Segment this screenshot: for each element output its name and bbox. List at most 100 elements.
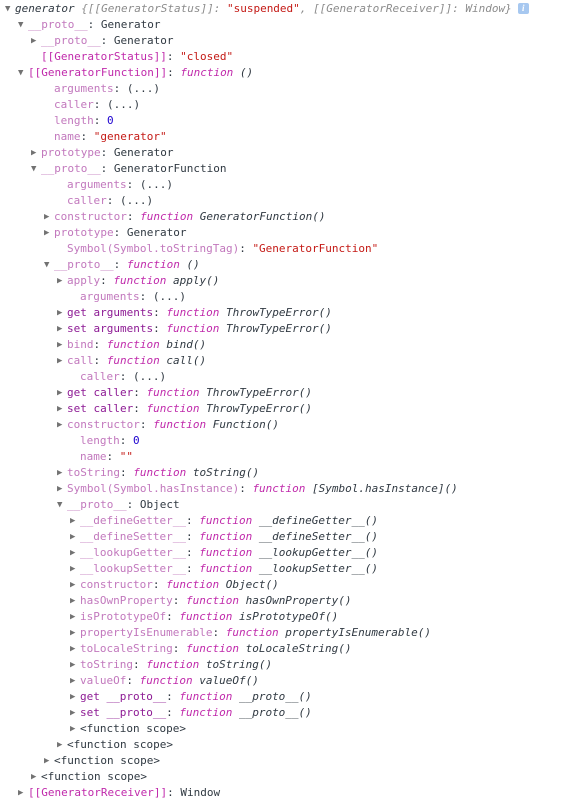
disclosure-triangle-collapsed-icon[interactable] [44,225,54,241]
tree-row[interactable]: caller: (...) [0,97,571,113]
token-fnname: bind() [159,338,207,351]
disclosure-triangle-expanded-icon[interactable] [18,65,28,81]
disclosure-triangle-collapsed-icon[interactable] [70,529,80,545]
disclosure-triangle-collapsed-icon[interactable] [31,33,41,49]
disclosure-triangle-collapsed-icon[interactable] [57,337,67,353]
tree-row[interactable]: set arguments: function ThrowTypeError() [0,321,571,337]
disclosure-triangle-collapsed-icon[interactable] [70,721,80,737]
token-punc: : [113,226,127,239]
disclosure-triangle-collapsed-icon[interactable] [70,689,80,705]
tree-row[interactable]: name: "generator" [0,129,571,145]
disclosure-triangle-collapsed-icon[interactable] [57,385,67,401]
tree-row[interactable]: toString: function toString() [0,657,571,673]
tree-row[interactable]: __proto__: function () [0,257,571,273]
tree-row[interactable]: apply: function apply() [0,273,571,289]
tree-row[interactable]: constructor: function Function() [0,417,571,433]
tree-row[interactable]: __proto__: GeneratorFunction [0,161,571,177]
tree-row[interactable]: constructor: function Object() [0,577,571,593]
tree-row[interactable]: call: function call() [0,353,571,369]
tree-row[interactable]: <function scope> [0,737,571,753]
disclosure-triangle-collapsed-icon[interactable] [70,577,80,593]
disclosure-triangle-collapsed-icon[interactable] [57,737,67,753]
tree-row[interactable]: length: 0 [0,433,571,449]
tree-row[interactable]: get arguments: function ThrowTypeError() [0,305,571,321]
tree-row[interactable]: bind: function bind() [0,337,571,353]
disclosure-triangle-collapsed-icon[interactable] [57,273,67,289]
tree-row[interactable]: __defineGetter__: function __defineGette… [0,513,571,529]
tree-row[interactable]: get __proto__: function __proto__() [0,689,571,705]
disclosure-triangle-collapsed-icon[interactable] [70,593,80,609]
disclosure-triangle-collapsed-icon[interactable] [31,769,41,785]
info-icon[interactable]: i [517,2,529,14]
tree-row[interactable]: set __proto__: function __proto__() [0,705,571,721]
tree-row[interactable]: Symbol(Symbol.hasInstance): function [Sy… [0,481,571,497]
disclosure-triangle-expanded-icon[interactable] [44,257,54,273]
token-kw: function [199,530,253,543]
tree-row[interactable]: __proto__: Object [0,497,571,513]
disclosure-triangle-collapsed-icon[interactable] [70,545,80,561]
tree-row-content: length: 0 [54,113,114,129]
tree-row[interactable]: [[GeneratorReceiver]]: Window [0,785,571,801]
tree-row-content: set arguments: function ThrowTypeError() [67,321,332,337]
disclosure-triangle-expanded-icon[interactable] [5,1,15,17]
disclosure-triangle-collapsed-icon[interactable] [57,481,67,497]
tree-row[interactable]: caller: (...) [0,369,571,385]
disclosure-triangle-collapsed-icon[interactable] [44,209,54,225]
tree-row[interactable]: toString: function toString() [0,465,571,481]
tree-row[interactable]: toLocaleString: function toLocaleString(… [0,641,571,657]
tree-row[interactable]: __proto__: Generator [0,17,571,33]
tree-row[interactable]: name: "" [0,449,571,465]
tree-row[interactable]: length: 0 [0,113,571,129]
tree-row[interactable]: set caller: function ThrowTypeError() [0,401,571,417]
tree-row[interactable]: get caller: function ThrowTypeError() [0,385,571,401]
disclosure-triangle-collapsed-icon[interactable] [57,417,67,433]
tree-row[interactable]: valueOf: function valueOf() [0,673,571,689]
disclosure-triangle-collapsed-icon[interactable] [31,145,41,161]
tree-row[interactable]: propertyIsEnumerable: function propertyI… [0,625,571,641]
disclosure-triangle-collapsed-icon[interactable] [57,321,67,337]
disclosure-triangle-expanded-icon[interactable] [18,17,28,33]
token-kw: function [166,306,220,319]
tree-row[interactable]: <function scope> [0,753,571,769]
disclosure-triangle-collapsed-icon[interactable] [57,353,67,369]
tree-row[interactable]: isPrototypeOf: function isPrototypeOf() [0,609,571,625]
tree-row[interactable]: <function scope> [0,721,571,737]
tree-row[interactable]: <function scope> [0,769,571,785]
tree-row[interactable]: generator {[[GeneratorStatus]]: "suspend… [0,1,571,17]
tree-row[interactable]: [[GeneratorStatus]]: "closed" [0,49,571,65]
disclosure-triangle-collapsed-icon[interactable] [70,513,80,529]
token-name: __proto__ [28,18,88,31]
disclosure-triangle-collapsed-icon[interactable] [70,657,80,673]
disclosure-triangle-collapsed-icon[interactable] [70,673,80,689]
disclosure-triangle-collapsed-icon[interactable] [70,561,80,577]
disclosure-triangle-expanded-icon[interactable] [57,497,67,513]
disclosure-triangle-collapsed-icon[interactable] [70,705,80,721]
disclosure-triangle-collapsed-icon[interactable] [57,465,67,481]
tree-row[interactable]: __lookupSetter__: function __lookupSette… [0,561,571,577]
disclosure-triangle-collapsed-icon[interactable] [70,625,80,641]
tree-row[interactable]: [[GeneratorFunction]]: function () [0,65,571,81]
tree-row[interactable]: prototype: Generator [0,145,571,161]
disclosure-triangle-collapsed-icon[interactable] [18,785,28,801]
tree-row[interactable]: prototype: Generator [0,225,571,241]
token-kw: function [140,210,194,223]
tree-row[interactable]: arguments: (...) [0,289,571,305]
disclosure-triangle-collapsed-icon[interactable] [57,305,67,321]
tree-row[interactable]: Symbol(Symbol.toStringTag): "GeneratorFu… [0,241,571,257]
tree-row[interactable]: __defineSetter__: function __defineSette… [0,529,571,545]
tree-row[interactable]: hasOwnProperty: function hasOwnProperty(… [0,593,571,609]
tree-row[interactable]: __proto__: Generator [0,33,571,49]
disclosure-triangle-collapsed-icon[interactable] [70,609,80,625]
disclosure-triangle-collapsed-icon[interactable] [44,753,54,769]
token-name: constructor [67,418,140,431]
disclosure-triangle-collapsed-icon[interactable] [57,401,67,417]
tree-row[interactable]: constructor: function GeneratorFunction(… [0,209,571,225]
disclosure-triangle-collapsed-icon[interactable] [70,641,80,657]
object-inspector-tree[interactable]: generator {[[GeneratorStatus]]: "suspend… [0,0,571,801]
tree-row[interactable]: __lookupGetter__: function __lookupGette… [0,545,571,561]
tree-row[interactable]: arguments: (...) [0,177,571,193]
disclosure-triangle-expanded-icon[interactable] [31,161,41,177]
tree-row[interactable]: arguments: (...) [0,81,571,97]
tree-row[interactable]: caller: (...) [0,193,571,209]
